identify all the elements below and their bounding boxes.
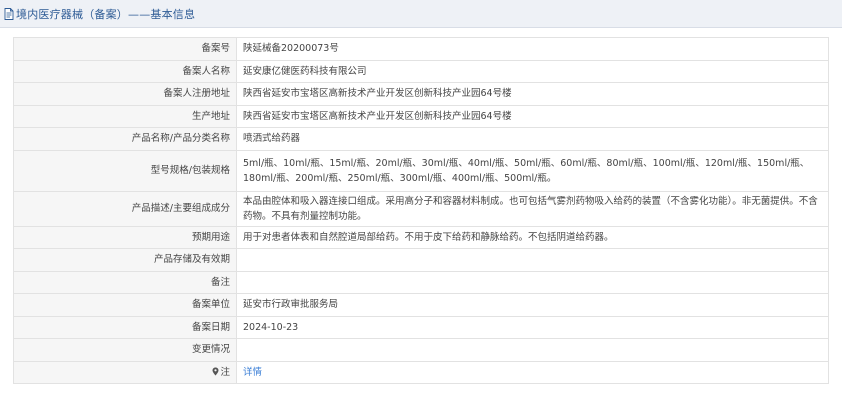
table-row: 变更情况: [13, 338, 829, 362]
details-link[interactable]: 详情: [243, 367, 262, 378]
row-value-product-name: 喷洒式给药器: [236, 127, 829, 151]
row-value-record-date: 2024-10-23: [236, 315, 829, 339]
row-value-remarks: [236, 270, 829, 294]
row-label-record-number: 备案号: [13, 37, 237, 61]
row-value-registrant-name: 延安康亿健医药科技有限公司: [236, 59, 829, 83]
row-value-record-number: 陕延械备20200073号: [236, 37, 829, 61]
row-label-note: 注: [13, 360, 237, 384]
info-table: 备案号 陕延械备20200073号 备案人名称 延安康亿健医药科技有限公司 备案…: [13, 37, 829, 384]
row-label-remarks: 备注: [13, 270, 237, 294]
row-value-production-address: 陕西省延安市宝塔区高新技术产业开发区创新科技产业园64号楼: [236, 104, 829, 128]
table-row: 备案号 陕延械备20200073号: [13, 37, 829, 61]
row-label-product-description: 产品描述/主要组成成分: [13, 190, 237, 227]
row-value-model-spec: 5ml/瓶、10ml/瓶、15ml/瓶、20ml/瓶、30ml/瓶、40ml/瓶…: [236, 149, 829, 192]
row-value-intended-use: 用于对患者体表和自然腔道局部给药。不用于皮下给药和静脉给药。不包括阴道给药器。: [236, 225, 829, 249]
row-value-storage-validity: [236, 248, 829, 272]
row-label-model-spec: 型号规格/包装规格: [13, 149, 237, 192]
row-label-product-name: 产品名称/产品分类名称: [13, 127, 237, 151]
row-value-product-description: 本品由腔体和吸入器连接口组成。采用高分子和容器材料制成。也可包括气雾剂药物吸入给…: [236, 190, 829, 227]
table-row: 型号规格/包装规格 5ml/瓶、10ml/瓶、15ml/瓶、20ml/瓶、30m…: [13, 149, 829, 192]
row-label-change-status: 变更情况: [13, 338, 237, 362]
table-row: 注 详情: [13, 360, 829, 384]
row-value-note: 详情: [236, 360, 829, 384]
row-label-record-unit: 备案单位: [13, 293, 237, 317]
row-label-registrant-name: 备案人名称: [13, 59, 237, 83]
table-row: 备案人注册地址 陕西省延安市宝塔区高新技术产业开发区创新科技产业园64号楼: [13, 82, 829, 106]
pin-icon: [212, 366, 219, 376]
row-value-change-status: [236, 338, 829, 362]
page-header: 境内医疗器械（备案）——基本信息: [0, 0, 842, 28]
table-row: 备案人名称 延安康亿健医药科技有限公司: [13, 59, 829, 83]
document-icon: [4, 7, 14, 20]
row-label-record-date: 备案日期: [13, 315, 237, 339]
row-label-intended-use: 预期用途: [13, 225, 237, 249]
table-row: 产品名称/产品分类名称 喷洒式给药器: [13, 127, 829, 151]
row-label-registered-address: 备案人注册地址: [13, 82, 237, 106]
note-label-text: 注: [220, 366, 230, 378]
table-row: 产品描述/主要组成成分 本品由腔体和吸入器连接口组成。采用高分子和容器材料制成。…: [13, 190, 829, 227]
table-row: 产品存储及有效期: [13, 248, 829, 272]
row-value-record-unit: 延安市行政审批服务局: [236, 293, 829, 317]
row-value-registered-address: 陕西省延安市宝塔区高新技术产业开发区创新科技产业园64号楼: [236, 82, 829, 106]
table-row: 备注: [13, 270, 829, 294]
table-row: 备案单位 延安市行政审批服务局: [13, 293, 829, 317]
table-row: 预期用途 用于对患者体表和自然腔道局部给药。不用于皮下给药和静脉给药。不包括阴道…: [13, 225, 829, 249]
table-row: 备案日期 2024-10-23: [13, 315, 829, 339]
table-row: 生产地址 陕西省延安市宝塔区高新技术产业开发区创新科技产业园64号楼: [13, 104, 829, 128]
row-label-storage-validity: 产品存储及有效期: [13, 248, 237, 272]
row-label-production-address: 生产地址: [13, 104, 237, 128]
page-title: 境内医疗器械（备案）——基本信息: [16, 7, 196, 21]
